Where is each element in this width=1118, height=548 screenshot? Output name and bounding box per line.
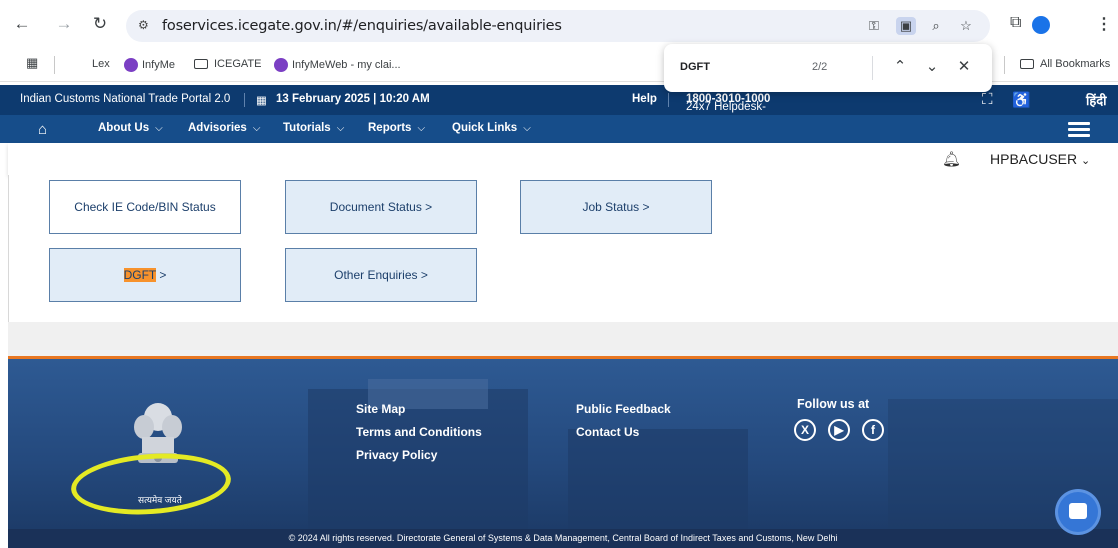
portal-name: Indian Customs National Trade Portal 2.0 — [20, 93, 231, 105]
bookmark-lex[interactable]: Lex — [92, 58, 110, 70]
find-bar: DGFT 2/2 ⌃ ⌄ ✕ — [664, 44, 992, 92]
folder-icon — [1020, 59, 1034, 70]
accessibility-icon[interactable]: ♿ — [1012, 91, 1031, 109]
footer-site-map[interactable]: Site Map — [356, 402, 405, 416]
notification-bell-icon[interactable]: 🔔︎ — [942, 150, 961, 168]
user-bar: 🔔︎ HPBACUSER ⌄ — [8, 143, 1118, 175]
extensions-icon[interactable]: ⧉ — [1010, 14, 1021, 32]
site-info-icon[interactable]: ⚙ — [138, 18, 149, 32]
calendar-icon: ▦ — [256, 95, 267, 107]
chevron-down-icon: ⌵ — [252, 123, 261, 134]
job-status-card[interactable]: Job Status > — [520, 180, 712, 234]
dgft-card[interactable]: DGFT > — [49, 248, 241, 302]
chevron-down-icon: ⌵ — [155, 123, 163, 134]
x-twitter-icon[interactable]: X — [794, 419, 816, 441]
password-key-icon[interactable]: ⚿ — [864, 17, 884, 35]
chevron-down-icon: ⌄ — [1081, 155, 1091, 167]
find-count: 2/2 — [812, 61, 828, 73]
document-status-card[interactable]: Document Status > — [285, 180, 477, 234]
current-datetime: 13 February 2025 | 10:20 AM — [276, 93, 430, 105]
content-gap — [8, 322, 1118, 356]
find-next-icon[interactable]: ⌄ — [922, 57, 942, 75]
infyme-logo-icon — [274, 58, 288, 72]
main-menu: ⌂ About Us ⌵ Advisories ⌵ Tutorials ⌵ Repor… — [0, 115, 1118, 143]
sitemap-icon[interactable]: ⛶ — [982, 91, 993, 108]
reload-icon[interactable]: ↻ — [90, 14, 110, 34]
menu-about-us[interactable]: About Us ⌵ — [98, 122, 163, 134]
bookmark-infyme[interactable]: InfyMe — [124, 58, 175, 72]
footer-public-feedback[interactable]: Public Feedback — [576, 402, 671, 416]
zoom-icon[interactable]: ⌕ — [926, 17, 946, 35]
chevron-down-icon: ⌵ — [523, 123, 531, 134]
check-ie-code-card[interactable]: Check IE Code/BIN Status — [49, 180, 241, 234]
bookmark-star-icon[interactable]: ☆ — [956, 17, 976, 35]
menu-advisories[interactable]: Advisories ⌵ — [188, 122, 260, 134]
chevron-down-icon: ⌵ — [417, 123, 426, 134]
profile-avatar-icon[interactable] — [1032, 16, 1050, 34]
menu-tutorials[interactable]: Tutorials ⌵ — [283, 122, 344, 134]
footer-privacy[interactable]: Privacy Policy — [356, 448, 437, 462]
follow-us-label: Follow us at — [797, 397, 870, 411]
chrome-menu-icon[interactable]: ⋮ — [1096, 14, 1112, 34]
chat-button[interactable] — [1058, 492, 1098, 532]
other-enquiries-card[interactable]: Other Enquiries > — [285, 248, 477, 302]
folder-icon — [194, 59, 208, 70]
page-search-icon[interactable]: ▣ — [896, 17, 916, 35]
chevron-down-icon: ⌵ — [336, 123, 345, 134]
user-menu[interactable]: HPBACUSER ⌄ — [990, 151, 1090, 167]
all-bookmarks-button[interactable]: All Bookmarks — [1020, 58, 1110, 70]
help-link[interactable]: Help — [632, 93, 657, 105]
menu-reports[interactable]: Reports ⌵ — [368, 122, 425, 134]
emblem-motto: सत्यमेव जयते — [138, 495, 182, 505]
infyme-logo-icon — [124, 58, 138, 72]
site-footer: सत्यमेव जयते Site Map Terms and Conditio… — [8, 359, 1118, 548]
hindi-language-link[interactable]: हिंदी — [1086, 91, 1107, 109]
footer-terms[interactable]: Terms and Conditions — [356, 425, 482, 439]
find-previous-icon[interactable]: ⌃ — [890, 57, 910, 75]
facebook-icon[interactable]: f — [862, 419, 884, 441]
bookmark-infymeweb[interactable]: InfyMeWeb - my clai... — [274, 58, 401, 72]
hamburger-menu-icon[interactable] — [1068, 122, 1090, 138]
back-arrow-icon[interactable]: ← — [12, 14, 32, 34]
home-icon[interactable]: ⌂ — [38, 121, 47, 138]
helpdesk-info: 24x7 Helpdesk- 1800-3010-1000 — [686, 93, 771, 113]
youtube-icon[interactable]: ▶ — [828, 419, 850, 441]
find-input[interactable]: DGFT — [680, 61, 710, 73]
forward-arrow-icon[interactable]: → — [54, 14, 74, 34]
find-close-icon[interactable]: ✕ — [954, 57, 974, 75]
highlight-ellipse — [69, 448, 233, 520]
bookmark-icegate[interactable]: ICEGATE — [194, 58, 261, 70]
address-bar[interactable]: ⚙ foservices.icegate.gov.in/#/enquiries/… — [126, 10, 990, 42]
menu-quick-links[interactable]: Quick Links ⌵ — [452, 122, 531, 134]
footer-contact-us[interactable]: Contact Us — [576, 425, 639, 439]
copyright-text: © 2024 All rights reserved. Directorate … — [8, 529, 1118, 548]
apps-grid-icon[interactable]: ▦ — [26, 55, 38, 71]
browser-toolbar: ← → ↻ ⚙ foservices.icegate.gov.in/#/enqu… — [0, 0, 1118, 48]
url-text[interactable]: foservices.icegate.gov.in/#/enquiries/av… — [162, 18, 562, 34]
chat-icon — [1069, 503, 1087, 519]
find-highlight: DGFT — [123, 268, 157, 282]
